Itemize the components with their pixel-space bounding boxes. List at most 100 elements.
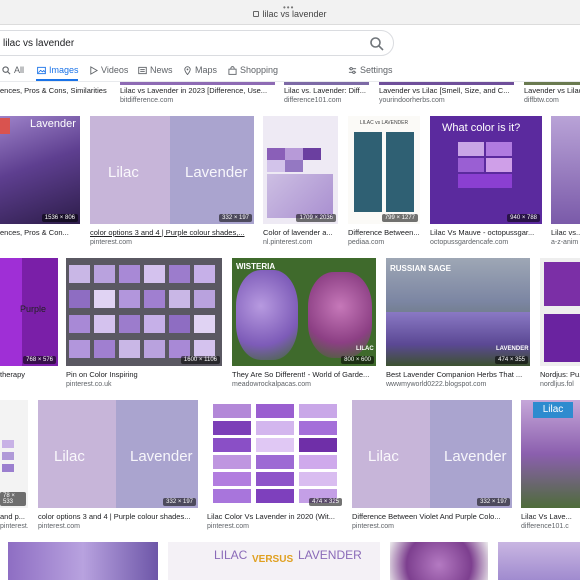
- color-swatch: [169, 315, 190, 333]
- result-card[interactable]: 1600 × 1106 Pin on Color Inspiring pinte…: [66, 258, 222, 390]
- result-card[interactable]: Lilac vs. Lavender: Diff... difference10…: [284, 82, 369, 108]
- flower-image: [236, 270, 298, 360]
- result-caption[interactable]: color options 3 and 4 | Purple colour sh…: [38, 512, 198, 521]
- color-swatch: [458, 174, 512, 188]
- result-caption[interactable]: Lilac vs. Lavender: Diff...: [284, 86, 369, 95]
- result-thumbnail[interactable]: LILAC VERSUS LAVENDER: [168, 542, 380, 580]
- result-caption[interactable]: ences, Pros & Con...: [0, 228, 80, 237]
- result-thumbnail[interactable]: Purple 768 × 576: [0, 258, 58, 366]
- result-card[interactable]: [498, 542, 580, 580]
- address-bar[interactable]: lilac vs lavender: [0, 9, 580, 19]
- search-input[interactable]: [3, 34, 343, 52]
- color-swatch: [194, 315, 215, 333]
- result-caption[interactable]: ences, Pros & Cons, Similarities: [0, 86, 112, 95]
- result-card[interactable]: WISTERIA LILAC 800 × 600 They Are So Dif…: [232, 258, 376, 390]
- result-thumbnail[interactable]: WISTERIA LILAC 800 × 600: [232, 258, 376, 366]
- result-caption[interactable]: Lavender vs Lilac [Smell, Size, and C...: [379, 86, 514, 95]
- result-caption[interactable]: Pin on Color Inspiring: [66, 370, 222, 379]
- color-swatch: [144, 340, 165, 358]
- image-dimensions: 78 × 533: [0, 492, 26, 506]
- result-card[interactable]: Lavender vs Lilac [Smell, Size, and C...…: [379, 82, 514, 108]
- result-thumbnail[interactable]: LILAC vs LAVENDER 799 × 1277: [348, 116, 420, 224]
- result-thumbnail[interactable]: Lilac Lavender 332 × 197: [38, 400, 198, 508]
- result-card[interactable]: Lilac Lavender 332 × 197 color options 3…: [90, 116, 254, 248]
- settings-button[interactable]: Settings: [348, 62, 393, 78]
- result-thumbnail[interactable]: Lilac Lavender 332 × 197: [352, 400, 512, 508]
- result-caption[interactable]: Lilac vs...: [551, 228, 580, 237]
- result-caption[interactable]: therapy: [0, 370, 58, 379]
- result-thumbnail[interactable]: Lilac Lavender 332 × 197: [90, 116, 254, 224]
- result-card[interactable]: What color is it? 940 × 788 Lilac Vs Mau…: [430, 116, 542, 248]
- result-caption[interactable]: Nordjus: Pu...: [540, 370, 580, 379]
- color-swatch: [213, 472, 251, 486]
- result-card[interactable]: Lilac vs... a-z-anim: [551, 116, 580, 248]
- result-thumbnail[interactable]: What color is it? 940 × 788: [430, 116, 542, 224]
- result-thumbnail[interactable]: 1600 × 1106: [66, 258, 222, 366]
- color-swatch: [119, 290, 140, 308]
- result-thumbnail[interactable]: RUSSIAN SAGE LAVENDER 474 × 355: [386, 258, 530, 366]
- image-dimensions: 800 × 600: [341, 356, 374, 364]
- tab-videos[interactable]: Videos: [89, 62, 128, 78]
- divider: [0, 24, 580, 25]
- image-label: WISTERIA: [236, 262, 276, 271]
- result-caption[interactable]: Lilac vs Lavender in 2023 [Difference, U…: [120, 86, 275, 95]
- result-source: wwwmyworld0222.blogspot.com: [386, 381, 487, 388]
- result-thumbnail[interactable]: [8, 542, 158, 580]
- result-thumbnail[interactable]: [379, 82, 514, 85]
- result-card[interactable]: Lilac Lilac Vs Lave... difference101.c: [521, 400, 580, 532]
- result-thumbnail[interactable]: [390, 542, 488, 580]
- result-thumbnail[interactable]: 474 × 325: [207, 400, 344, 508]
- tab-maps[interactable]: Maps: [183, 62, 217, 78]
- result-card[interactable]: LILAC VERSUS LAVENDER: [168, 542, 380, 580]
- result-card[interactable]: LILAC vs LAVENDER 799 × 1277 Difference …: [348, 116, 420, 248]
- result-card[interactable]: RUSSIAN SAGE LAVENDER 474 × 355 Best Lav…: [386, 258, 530, 390]
- result-caption[interactable]: color options 3 and 4 | Purple colour sh…: [90, 228, 254, 237]
- result-card[interactable]: [390, 542, 488, 580]
- result-card[interactable]: Purple 768 × 576 therapy: [0, 258, 58, 390]
- infographic-column: [386, 132, 414, 212]
- result-caption[interactable]: They Are So Different! - World of Garde.…: [232, 370, 376, 379]
- search-icon[interactable]: [369, 36, 385, 52]
- result-caption[interactable]: Lavender vs Lilac: [524, 86, 580, 95]
- result-thumbnail[interactable]: [540, 258, 580, 366]
- swatch-label: Lilac: [54, 448, 85, 465]
- result-thumbnail[interactable]: 1709 × 2036: [263, 116, 338, 224]
- result-card[interactable]: Lilac Lavender 332 × 197 color options 3…: [38, 400, 198, 532]
- result-card[interactable]: 1709 × 2036 Color of lavender a... nl.pi…: [263, 116, 338, 248]
- result-thumbnail[interactable]: [120, 82, 275, 85]
- result-card[interactable]: Lilac Lavender 332 × 197 Difference Betw…: [352, 400, 512, 532]
- image-dimensions: 474 × 325: [309, 498, 342, 506]
- result-thumbnail[interactable]: [524, 82, 580, 85]
- result-thumbnail[interactable]: Lilac: [521, 400, 580, 508]
- result-card[interactable]: Lavender 1536 × 806 ences, Pros & Con...: [0, 116, 80, 248]
- result-caption[interactable]: Lilac Color Vs Lavender in 2020 (Wit...: [207, 512, 344, 521]
- tab-images[interactable]: Images: [37, 62, 79, 78]
- result-thumbnail[interactable]: 78 × 533: [0, 400, 28, 508]
- tab-news[interactable]: News: [138, 62, 173, 78]
- result-card[interactable]: Lilac vs Lavender in 2023 [Difference, U…: [120, 82, 275, 108]
- result-caption[interactable]: Lilac Vs Mauve - octopussgar...: [430, 228, 542, 237]
- result-card[interactable]: Nordjus: Pu... nordljus.fol: [540, 258, 580, 390]
- tab-shopping[interactable]: Shopping: [228, 62, 278, 78]
- result-caption[interactable]: Difference Between...: [348, 228, 420, 237]
- play-icon: [90, 65, 98, 75]
- result-thumbnail[interactable]: [551, 116, 580, 224]
- result-caption[interactable]: Difference Between Violet And Purple Col…: [352, 512, 512, 521]
- color-swatch: [256, 421, 294, 435]
- result-caption[interactable]: Color of lavender a...: [263, 228, 338, 237]
- result-card[interactable]: [8, 542, 158, 580]
- result-card[interactable]: Lavender vs Lilac diffbtw.com: [524, 82, 580, 108]
- result-thumbnail[interactable]: [284, 82, 369, 85]
- result-caption[interactable]: Lilac Vs Lave...: [521, 512, 580, 521]
- tab-label: Videos: [101, 65, 129, 75]
- result-thumbnail[interactable]: [498, 542, 580, 580]
- result-caption[interactable]: Best Lavender Companion Herbs That ...: [386, 370, 530, 379]
- color-swatch: [299, 438, 337, 452]
- tab-all[interactable]: All: [2, 62, 24, 78]
- swatch-label: Lilac: [108, 164, 139, 181]
- result-card[interactable]: 78 × 533 and p... pinterest.com: [0, 400, 28, 532]
- result-card[interactable]: 474 × 325 Lilac Color Vs Lavender in 202…: [207, 400, 344, 532]
- result-card[interactable]: ences, Pros & Cons, Similarities: [0, 82, 112, 108]
- result-thumbnail[interactable]: Lavender 1536 × 806: [0, 116, 80, 224]
- result-caption[interactable]: and p...: [0, 512, 28, 521]
